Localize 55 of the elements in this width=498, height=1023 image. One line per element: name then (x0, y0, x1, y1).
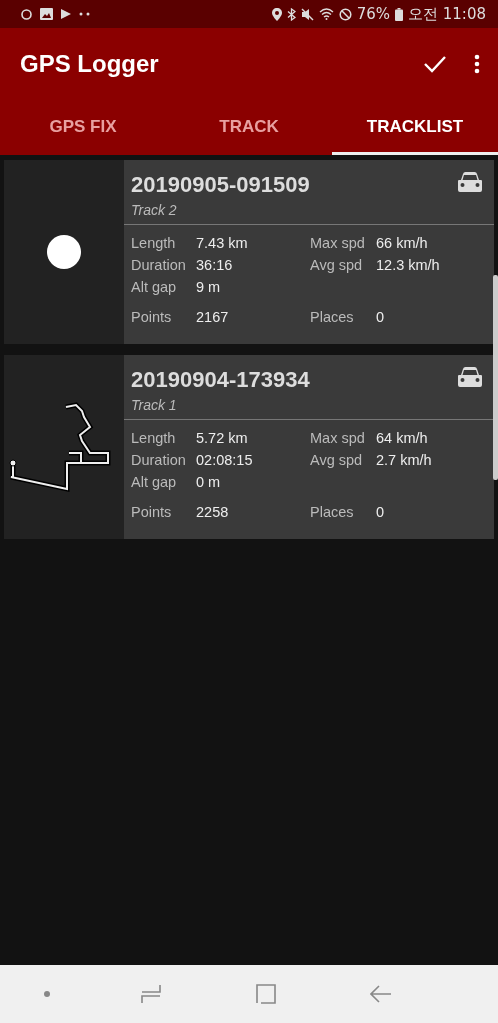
stat-value: 64 km/h (376, 430, 429, 446)
clock: 오전 11:08 (408, 4, 486, 24)
tab[interactable]: TRACK (166, 100, 332, 155)
track-description: Track 2 (131, 202, 178, 218)
stat-label: Length (131, 235, 177, 251)
scrollbar[interactable] (493, 275, 498, 480)
app-title: GPS Logger (20, 50, 159, 78)
track-card[interactable]: 20190905-091509 Track 2 Length 7.43 km Max spd 66 km/h Duration 36:16 Avg spd 12.3 km/h Alt gap 9 m Points 2167 Places 0 (4, 160, 494, 344)
stat-value: 12.3 km/h (376, 257, 441, 273)
stat-value: 9 m (196, 279, 222, 295)
stat-label: Max spd (310, 235, 366, 251)
tab[interactable]: GPS FIX (0, 100, 166, 155)
stat-label: Places (310, 504, 355, 520)
car-icon (458, 367, 482, 387)
location-icon (271, 7, 282, 21)
stat-value: 5.72 km (196, 430, 249, 446)
track-name: 20190904-173934 (131, 367, 310, 393)
stat-value: 0 (376, 309, 386, 325)
stat-value: 36:16 (196, 257, 234, 273)
track-description: Track 1 (131, 397, 178, 413)
stat-label: Points (131, 504, 173, 520)
battery-icon (395, 7, 403, 21)
stat-label: Places (310, 309, 355, 325)
stat-label: Max spd (310, 430, 366, 446)
stat-value: 2167 (196, 309, 230, 325)
stat-value: 0 (376, 504, 386, 520)
tab[interactable]: TRACKLIST (332, 100, 498, 155)
stat-label: Alt gap (131, 279, 178, 295)
stat-label: Duration (131, 257, 187, 273)
stat-label: Duration (131, 452, 187, 468)
stat-value: 0 m (196, 474, 222, 490)
image-icon (40, 8, 53, 20)
stat-label: Avg spd (310, 257, 364, 273)
track-dot-drawing (47, 235, 81, 269)
mute-icon (300, 7, 314, 21)
stat-label: Avg spd (310, 452, 364, 468)
more-notifications-icon (79, 12, 91, 16)
car-icon (458, 172, 482, 192)
stat-value: 2.7 km/h (376, 452, 433, 468)
battery-percentage: 76% (356, 5, 390, 23)
sync-icon (20, 7, 33, 21)
bluetooth-icon (286, 7, 296, 21)
track-name: 20190905-091509 (131, 172, 310, 198)
play-store-icon (60, 8, 72, 20)
wifi-icon (318, 8, 334, 20)
stat-value: 66 km/h (376, 235, 429, 251)
stat-value: 02:08:15 (196, 452, 254, 468)
nav-dot-icon (42, 990, 51, 998)
stat-label: Points (131, 309, 173, 325)
stat-value: 7.43 km (196, 235, 249, 251)
stat-label: Length (131, 430, 177, 446)
blocked-icon (338, 7, 352, 21)
stat-value: 2258 (196, 504, 230, 520)
track-card[interactable]: 20190904-173934 Track 1 Length 5.72 km Max spd 64 km/h Duration 02:08:15 Avg spd 2.7 km/h Alt gap 0 m Points 2258 Places 0 (4, 355, 494, 539)
stat-label: Alt gap (131, 474, 178, 490)
